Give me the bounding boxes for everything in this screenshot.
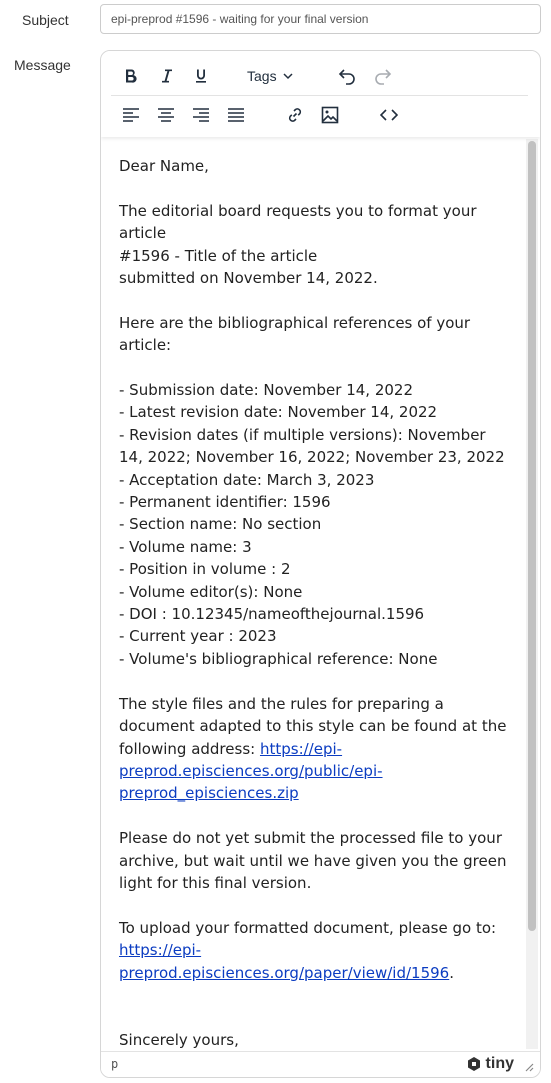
scrollbar-thumb[interactable] — [528, 141, 536, 931]
ref-item: - Acceptation date: March 3, 2023 — [119, 470, 375, 489]
refs-intro: Here are the bibliographical references … — [119, 313, 471, 355]
image-icon[interactable] — [315, 100, 345, 130]
tags-dropdown[interactable]: Tags — [247, 63, 307, 89]
upload-paragraph: https://epi-preprod.episciences.org/pape… — [119, 939, 509, 984]
tiny-logo-icon — [467, 1057, 480, 1071]
wait-paragraph: Please do not yet submit the processed f… — [119, 829, 507, 892]
subject-label: Subject — [22, 12, 69, 28]
align-justify-icon[interactable] — [221, 100, 251, 130]
editor-toolbar: Tags — [101, 51, 540, 137]
italic-icon[interactable] — [152, 61, 182, 91]
message-label: Message — [14, 57, 71, 73]
toolbar-divider — [111, 95, 528, 96]
intro-line-2: #1596 - Title of the article — [119, 246, 318, 265]
ref-item: - Current year : 2023 — [119, 627, 277, 646]
ref-item: - Revision dates (if multiple versions):… — [119, 425, 505, 467]
upload-suffix: . — [449, 963, 454, 982]
underline-icon[interactable] — [186, 61, 216, 91]
tags-label: Tags — [247, 68, 277, 84]
style-paragraph: The style files and the rules for prepar… — [119, 693, 509, 805]
align-center-icon[interactable] — [151, 100, 181, 130]
redo-icon[interactable] — [368, 61, 398, 91]
chevron-down-icon — [283, 68, 293, 84]
brand-label: tiny — [485, 1055, 514, 1072]
paper-view-link[interactable]: https://epi-preprod.episciences.org/pape… — [119, 941, 449, 981]
message-body: Dear Name, The editorial board requests … — [119, 155, 509, 1051]
editor-statusbar: p tiny — [101, 1051, 540, 1077]
resize-handle-icon[interactable] — [522, 1060, 534, 1072]
ref-item: - Volume editor(s): None — [119, 582, 303, 601]
tiny-brand[interactable]: tiny — [466, 1055, 514, 1073]
ref-item: - Section name: No section — [119, 515, 322, 534]
element-path[interactable]: p — [111, 1057, 118, 1071]
bold-icon[interactable] — [116, 61, 146, 91]
ref-item: - Permanent identifier: 1596 — [119, 493, 331, 512]
ref-item: - Latest revision date: November 14, 202… — [119, 403, 438, 422]
ref-item: - Volume's bibliographical reference: No… — [119, 649, 438, 668]
message-editor: Tags Dear Name, The editorial board requ… — [100, 50, 541, 1078]
align-right-icon[interactable] — [186, 100, 216, 130]
closing: Sincerely yours, — [119, 1030, 239, 1049]
intro-line-1: The editorial board requests you to form… — [119, 201, 477, 243]
ref-item: - Submission date: November 14, 2022 — [119, 381, 414, 400]
align-left-icon[interactable] — [116, 100, 146, 130]
undo-icon[interactable] — [332, 61, 362, 91]
subject-input[interactable] — [100, 4, 541, 34]
ref-item: - Volume name: 3 — [119, 537, 252, 556]
ref-item: - Position in volume : 2 — [119, 560, 291, 579]
greeting: Dear Name, — [119, 157, 209, 175]
upload-text: To upload your formatted document, pleas… — [119, 918, 497, 937]
intro-line-3: submitted on November 14, 2022. — [119, 269, 378, 288]
editor-content[interactable]: Dear Name, The editorial board requests … — [101, 137, 540, 1051]
source-code-icon[interactable] — [374, 100, 404, 130]
link-icon[interactable] — [280, 100, 310, 130]
ref-item: - DOI : 10.12345/nameofthejournal.1596 — [119, 605, 425, 624]
